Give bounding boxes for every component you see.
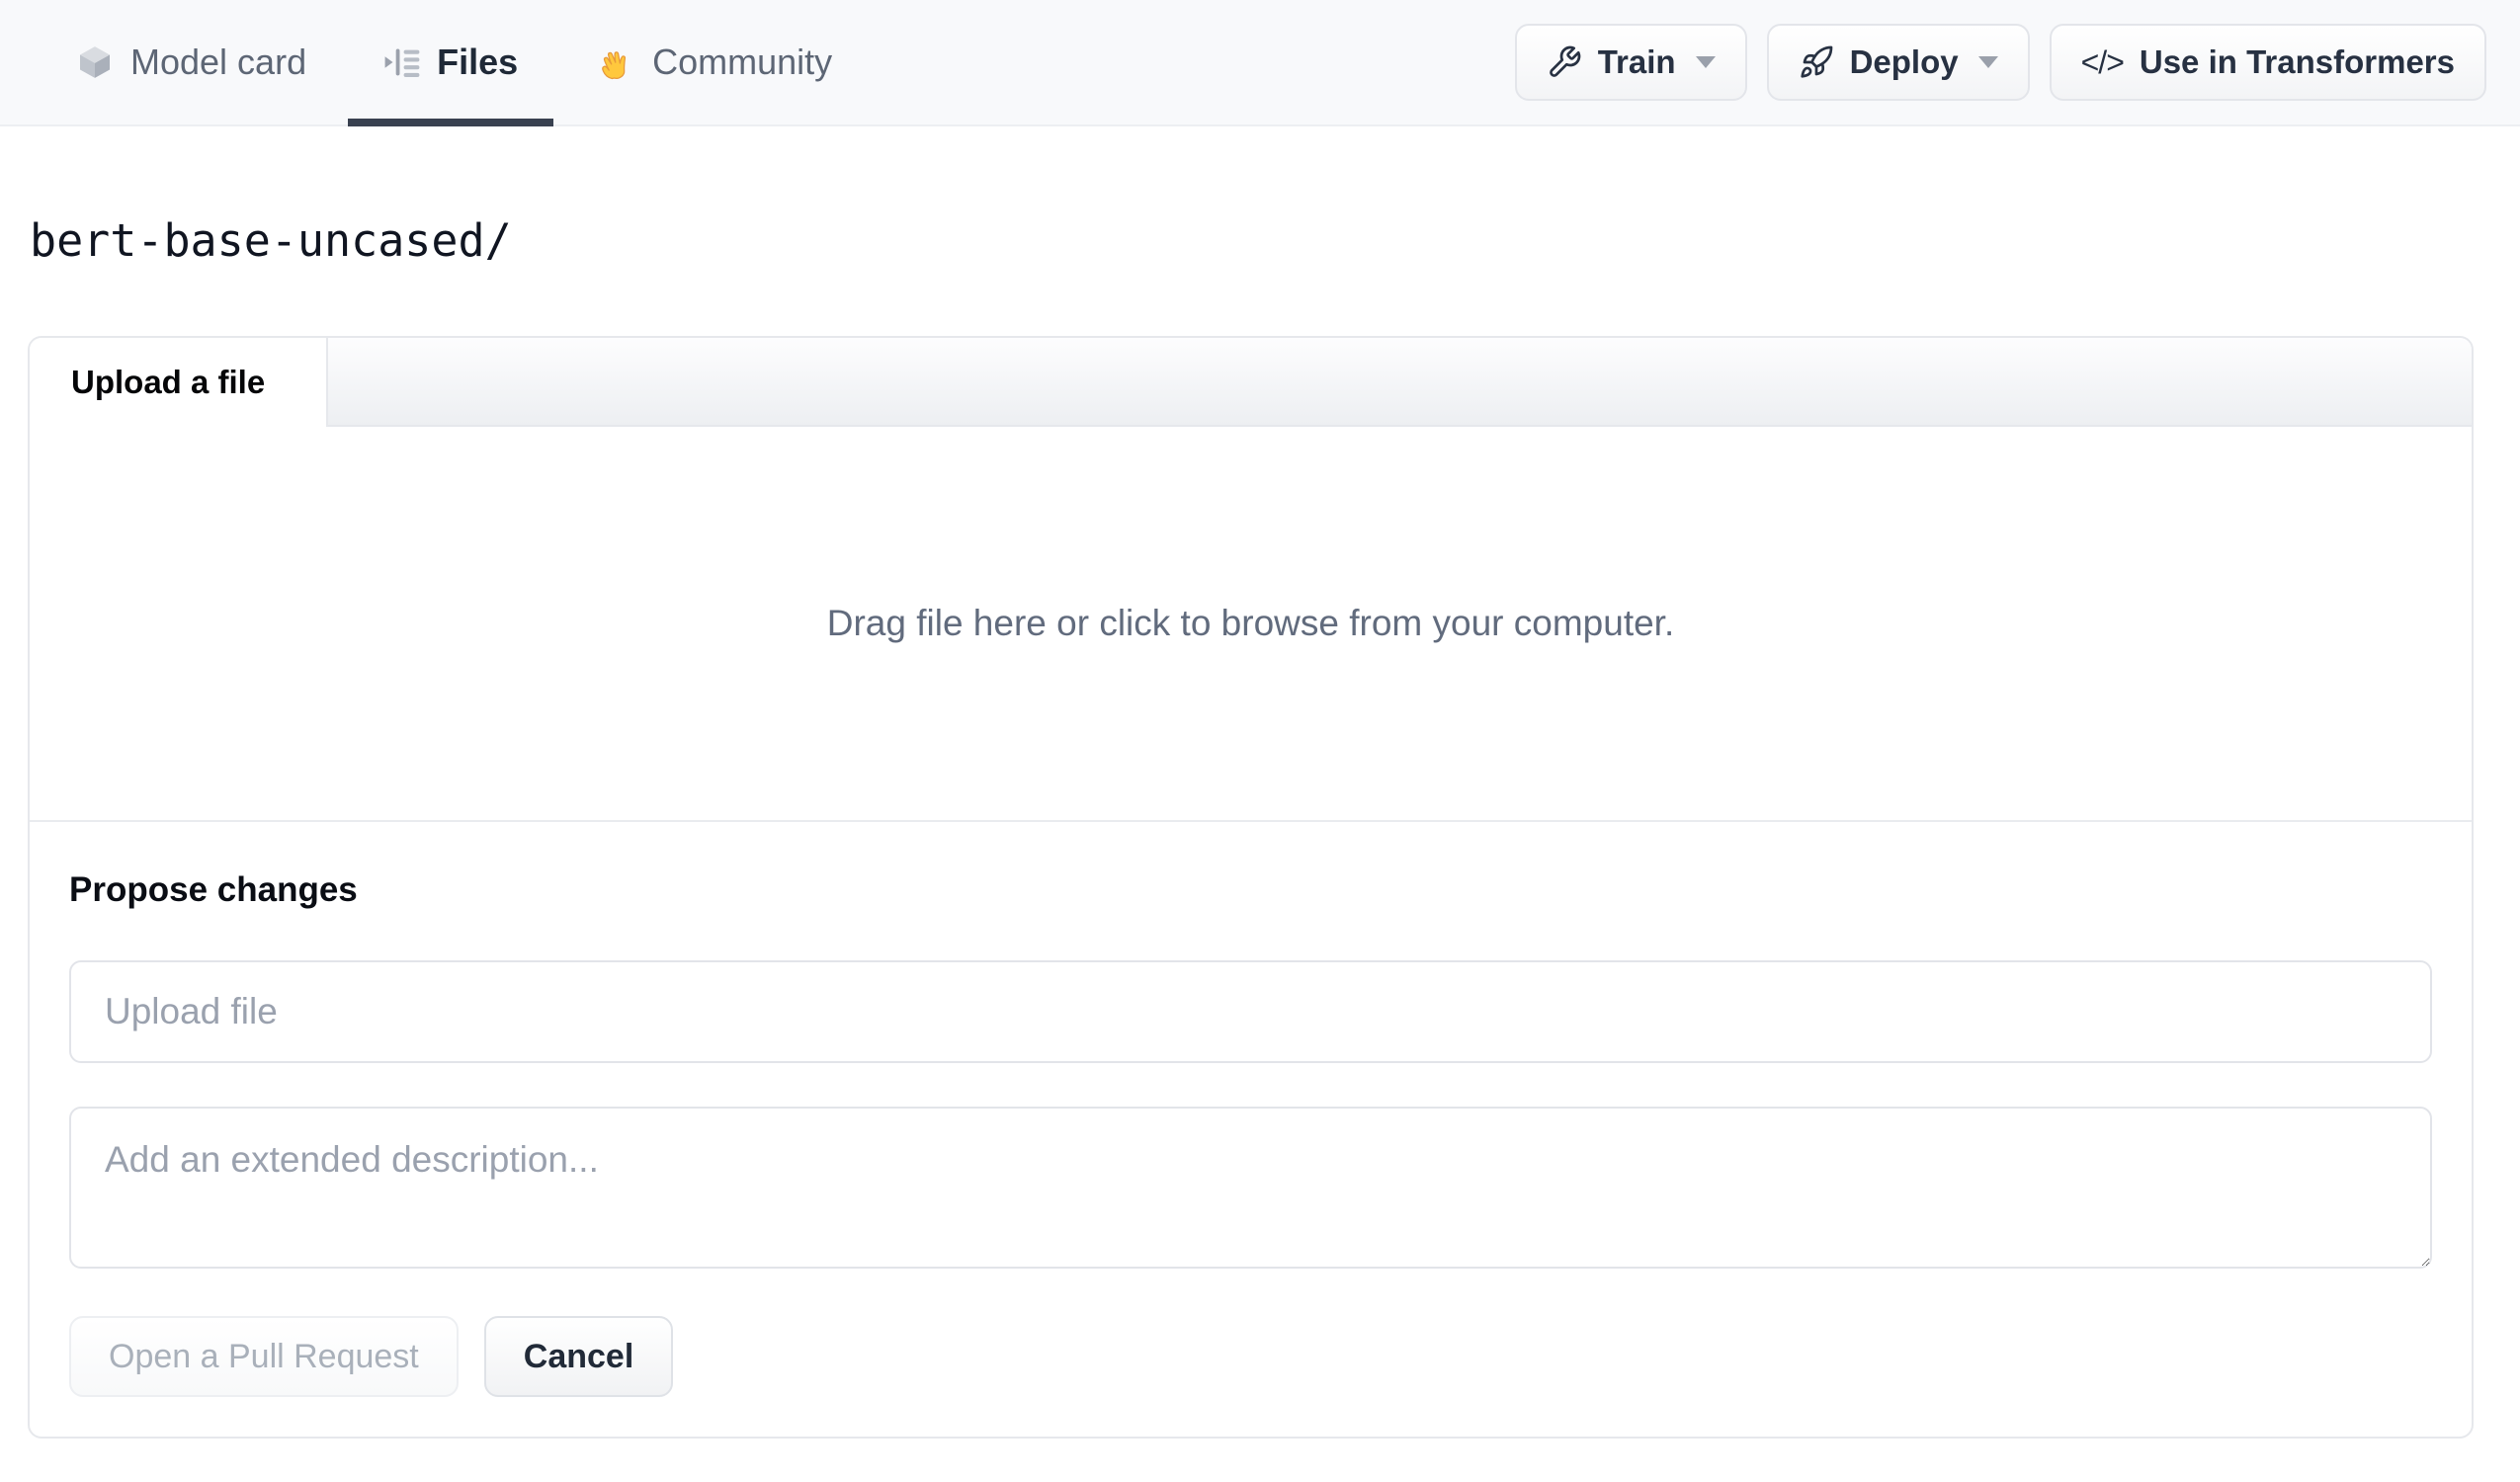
commit-title-input[interactable] <box>69 960 2432 1064</box>
tab-model-card[interactable]: Model card <box>40 0 342 124</box>
waving-hand-icon <box>595 41 636 83</box>
open-pull-request-button[interactable]: Open a Pull Request <box>69 1316 459 1398</box>
repo-action-buttons: Train Deploy </> Use in Transformers <box>1514 0 2486 124</box>
active-tab-underline <box>348 119 554 126</box>
button-label: Use in Transformers <box>2139 43 2455 80</box>
use-in-transformers-button[interactable]: </> Use in Transformers <box>2049 24 2486 101</box>
cancel-button[interactable]: Cancel <box>483 1316 674 1398</box>
train-button[interactable]: Train <box>1514 24 1747 101</box>
repo-tab-nav: Model card Files Community <box>40 0 868 126</box>
repo-header: Model card Files Community Train Deploy … <box>0 0 2520 126</box>
versions-icon <box>383 43 421 81</box>
tab-label: Files <box>437 41 519 82</box>
repo-path-heading: bert-base-uncased/ <box>30 214 512 267</box>
deploy-button[interactable]: Deploy <box>1766 24 2030 101</box>
tab-community[interactable]: Community <box>559 0 868 124</box>
propose-changes-section: Propose changes Open a Pull Request Canc… <box>30 822 2472 1437</box>
tab-label: Model card <box>130 41 307 82</box>
upload-panel-tabstrip: Upload a file <box>30 338 2472 428</box>
dropdown-caret-icon <box>1695 56 1716 68</box>
button-label: Deploy <box>1849 43 1959 80</box>
propose-changes-title: Propose changes <box>69 870 358 910</box>
propose-actions-row: Open a Pull Request Cancel <box>69 1316 2432 1398</box>
upload-panel: Upload a file Drag file here or click to… <box>28 336 2474 1440</box>
rocket-icon <box>1799 44 1834 80</box>
tab-files[interactable]: Files <box>348 0 554 126</box>
cube-icon <box>75 42 115 82</box>
tab-label: Upload a file <box>71 364 266 401</box>
tabstrip-filler <box>328 338 2472 428</box>
dropzone-hint-text: Drag file here or click to browse from y… <box>826 603 1675 644</box>
code-icon: </> <box>2080 43 2125 80</box>
dropdown-caret-icon <box>1977 56 1998 68</box>
tab-label: Community <box>652 41 833 82</box>
extended-description-textarea[interactable] <box>69 1107 2432 1270</box>
button-label: Train <box>1597 43 1676 80</box>
tab-upload-a-file[interactable]: Upload a file <box>30 338 328 428</box>
file-dropzone[interactable]: Drag file here or click to browse from y… <box>30 427 2472 823</box>
wrench-icon <box>1547 44 1582 80</box>
